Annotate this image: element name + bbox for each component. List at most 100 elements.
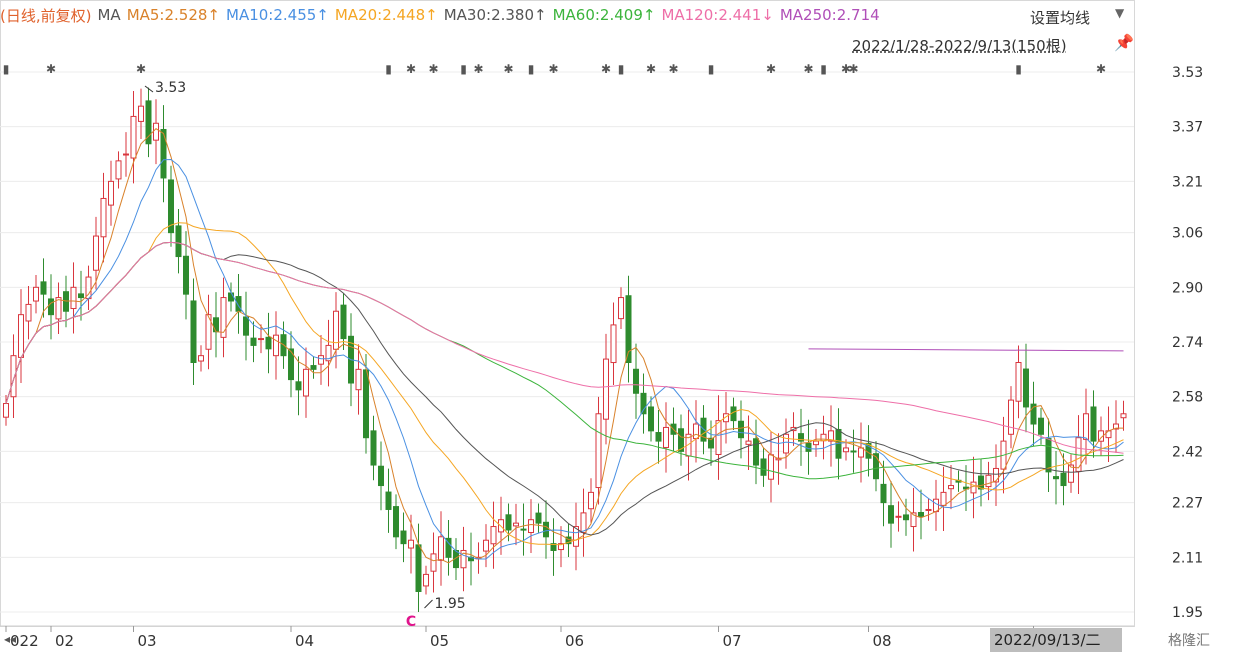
candle-body [595, 413, 602, 489]
candle-body [663, 426, 669, 448]
candle-body [220, 297, 227, 338]
candle-body [33, 286, 39, 302]
candle-body [370, 430, 377, 466]
candle-body [438, 536, 444, 561]
event-glyph: ✱ [668, 62, 678, 76]
candle-body [783, 433, 789, 454]
ma120-line [5, 241, 1124, 454]
candle-body [153, 122, 159, 141]
candle-body [895, 515, 902, 518]
event-glyph: ▮ [820, 62, 827, 76]
candle-body [1060, 472, 1067, 487]
event-glyph: ▮ [1015, 62, 1022, 76]
candle-body [1053, 476, 1059, 480]
double-left-arrow-icon[interactable]: ◂◂ [4, 632, 16, 646]
candle-body [295, 381, 302, 391]
candle-body [258, 338, 264, 341]
event-glyph: ✱ [1096, 62, 1106, 76]
candle-body [528, 519, 534, 534]
candle-body [93, 235, 99, 271]
candle-body [48, 298, 54, 316]
candle-body [640, 392, 647, 415]
candle-body [985, 474, 992, 488]
candle-body [610, 324, 617, 364]
y-tick-label: 1.95 [1172, 605, 1203, 621]
candle-body [100, 197, 107, 238]
candle-body [160, 128, 167, 179]
event-glyph: ✱ [406, 62, 416, 76]
candle-body [18, 314, 24, 358]
y-tick-label: 2.27 [1172, 496, 1203, 512]
x-tick-label: 05 [430, 632, 449, 650]
event-glyph: ✱ [428, 62, 438, 76]
candle-body [25, 303, 32, 322]
high-annotation: 3.53 [155, 80, 186, 96]
candle-body [3, 403, 9, 418]
candle-body [310, 365, 317, 370]
candle-body [888, 505, 894, 524]
candle-body [1015, 362, 1022, 402]
candle-body [1038, 417, 1044, 435]
event-glyph: ✱ [503, 62, 513, 76]
candle-body [235, 296, 242, 312]
y-tick-label: 3.21 [1172, 174, 1203, 190]
event-glyph: ✱ [601, 62, 611, 76]
candle-body [10, 355, 17, 398]
candle-body [123, 153, 129, 156]
event-glyph: ✱ [46, 62, 56, 76]
candle-body [228, 292, 234, 302]
candle-body [1045, 438, 1052, 473]
y-tick-label: 2.90 [1172, 280, 1203, 296]
x-tick-label: 08 [873, 632, 892, 650]
candle-body [408, 539, 414, 549]
candle-body [618, 297, 624, 320]
candle-body [918, 512, 924, 517]
candle-body [265, 336, 272, 350]
candle-body [355, 368, 362, 391]
event-glyph: ✱ [473, 62, 483, 76]
candle-body [760, 458, 767, 476]
candle-body [850, 450, 857, 453]
y-tick-label: 2.11 [1172, 550, 1203, 566]
candlestick-chart[interactable]: 3.53 3.37 3.21 3.06 2.90 2.74 2.58 2.42 2.27 2.11… [0, 0, 1242, 654]
candle-body [363, 369, 369, 439]
y-tick-label: 3.06 [1172, 226, 1203, 242]
candle-body [753, 438, 759, 466]
candle-body [423, 573, 429, 587]
candle-body [303, 368, 309, 397]
candle-body [243, 316, 249, 336]
candle-body [1090, 406, 1097, 442]
candle-body [588, 491, 594, 510]
candle-body [738, 420, 744, 439]
event-glyph: ✱ [848, 62, 858, 76]
candle-body [925, 508, 932, 511]
event-glyph: ✱ [548, 62, 558, 76]
candle-body [318, 355, 324, 365]
y-tick-label: 2.42 [1172, 444, 1203, 460]
candle-body [213, 317, 219, 333]
x-tick-label: 03 [138, 632, 157, 650]
ma30-line [5, 241, 1124, 536]
candle-body [633, 368, 639, 394]
candle-body [843, 447, 849, 453]
candle-body [940, 491, 947, 506]
candle-body [1008, 399, 1014, 435]
candle-body [115, 160, 122, 180]
candle-body [378, 465, 384, 487]
candle-body [858, 447, 864, 458]
candle-body [430, 553, 437, 572]
candle-body [108, 180, 114, 206]
event-glyph: ▮ [618, 62, 625, 76]
candle-body [580, 512, 587, 533]
candle-body [1023, 368, 1029, 408]
candle-body [183, 255, 189, 295]
candle-body [520, 528, 527, 531]
candle-body [393, 506, 399, 538]
candle-body [603, 358, 609, 420]
candle-body [513, 522, 519, 527]
ma250-line [808, 348, 1124, 352]
candle-body [505, 514, 512, 531]
candle-body [40, 281, 47, 295]
candle-body [1083, 413, 1089, 440]
event-glyph: ✱ [803, 62, 813, 76]
